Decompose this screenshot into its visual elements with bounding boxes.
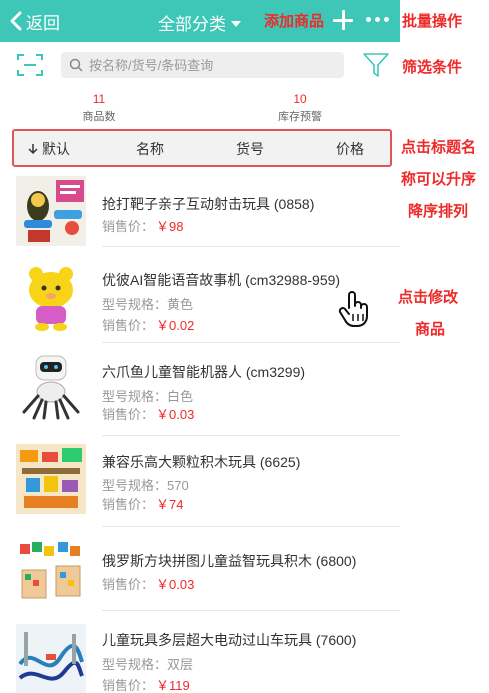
sort-default-label: 默认 — [42, 141, 70, 157]
price-label: 销售价： — [102, 407, 155, 422]
row-divider — [102, 246, 400, 247]
product-spec: 型号规格：双层 — [102, 654, 193, 673]
category-dropdown[interactable]: 全部分类 — [158, 10, 241, 35]
caret-down-icon — [231, 20, 241, 27]
price-label: 销售价： — [102, 219, 155, 234]
product-image — [16, 536, 86, 606]
product-count-value: 11 — [92, 92, 106, 106]
arrow-down-icon — [28, 144, 38, 155]
scan-icon[interactable] — [17, 53, 43, 77]
price-value: ￥0.03 — [156, 407, 195, 422]
product-row[interactable]: 儿童玩具多层超大电动过山车玩具 (7600) 型号规格：双层 销售价： ￥119 — [0, 624, 400, 693]
filter-icon[interactable] — [363, 52, 389, 78]
back-label: 返回 — [26, 13, 60, 33]
sort-price-label: 价格 — [336, 141, 364, 157]
product-price: 销售价： ￥0.03 — [102, 574, 194, 593]
product-name: 兼容乐高大颗粒积木玩具 (6625) — [102, 454, 301, 470]
spec-label: 型号规格： — [102, 657, 168, 672]
product-spec: 型号规格：570 — [102, 475, 189, 494]
sort-price[interactable]: 价格 — [336, 139, 364, 159]
product-name: 俄罗斯方块拼图儿童益智玩具积木 (6800) — [102, 553, 357, 569]
product-image — [16, 444, 86, 514]
price-value: ￥119 — [156, 678, 190, 693]
row-divider — [102, 610, 400, 611]
top-bar: 返回 全部分类 — [0, 0, 400, 42]
product-image — [16, 624, 86, 693]
product-row[interactable]: 抢打靶子亲子互动射击玩具 (0858) 销售价： ￥98 — [0, 176, 400, 248]
search-icon — [69, 58, 83, 72]
search-input[interactable] — [89, 57, 329, 73]
product-count-label: 商品数 — [82, 111, 116, 123]
price-value: ￥0.03 — [156, 577, 195, 592]
annotation-edit-1: 点击修改 — [398, 289, 459, 306]
row-divider — [102, 435, 400, 436]
price-value: ￥74 — [156, 497, 184, 512]
annotation-batch-ops: 批量操作 — [402, 13, 463, 30]
product-spec: 型号规格：白色 — [102, 386, 193, 405]
product-price: 销售价： ￥0.02 — [102, 315, 194, 334]
product-image — [16, 176, 86, 246]
annotation-filter: 筛选条件 — [402, 59, 463, 76]
price-label: 销售价： — [102, 497, 155, 512]
sort-bar: 默认 名称 货号 价格 — [12, 129, 392, 167]
product-price: 销售价： ￥98 — [102, 216, 183, 235]
product-spec: 型号规格：黄色 — [102, 294, 193, 313]
add-product-button[interactable] — [330, 7, 356, 33]
price-label: 销售价： — [102, 678, 155, 693]
annotation-sort-3: 降序排列 — [408, 203, 469, 220]
category-label: 全部分类 — [158, 15, 226, 34]
more-dot-icon — [384, 17, 389, 22]
product-price: 销售价： ￥74 — [102, 494, 183, 513]
product-name: 优彼AI智能语音故事机 (cm32988-959) — [102, 272, 341, 288]
spec-label: 型号规格： — [102, 389, 168, 404]
chevron-left-icon — [10, 11, 22, 31]
product-row[interactable]: 兼容乐高大颗粒积木玩具 (6625) 型号规格：570 销售价： ￥74 — [0, 444, 400, 527]
spec-label: 型号规格： — [102, 297, 168, 312]
price-value: ￥0.02 — [156, 318, 195, 333]
price-label: 销售价： — [102, 577, 155, 592]
row-divider — [102, 526, 400, 527]
product-name: 儿童玩具多层超大电动过山车玩具 (7600) — [102, 632, 357, 648]
sort-code-label: 货号 — [236, 141, 264, 157]
sort-name-label: 名称 — [136, 141, 164, 157]
more-dot-icon — [366, 17, 371, 22]
spec-value: 黄色 — [167, 297, 194, 312]
stock-warning-label: 库存预警 — [278, 111, 322, 123]
product-price: 销售价： ￥119 — [102, 675, 190, 693]
more-menu-button[interactable] — [366, 17, 389, 22]
price-label: 销售价： — [102, 318, 155, 333]
product-price: 销售价： ￥0.03 — [102, 404, 194, 423]
stat-product-count[interactable]: 11 商品数 — [59, 92, 139, 124]
spec-label: 型号规格： — [102, 478, 168, 493]
product-row[interactable]: 六爪鱼儿童智能机器人 (cm3299) 型号规格：白色 销售价： ￥0.03 — [0, 352, 400, 436]
spec-value: 570 — [167, 478, 189, 493]
product-name: 抢打靶子亲子互动射击玩具 (0858) — [102, 196, 315, 212]
search-bar[interactable] — [61, 52, 344, 78]
hand-pointer-icon — [338, 291, 368, 327]
annotation-edit-2: 商品 — [415, 321, 446, 338]
spec-value: 白色 — [167, 389, 194, 404]
product-row[interactable]: 俄罗斯方块拼图儿童益智玩具积木 (6800) 销售价： ￥0.03 — [0, 536, 400, 611]
annotation-sort-2: 称可以升序 — [401, 171, 477, 188]
sort-default[interactable]: 默认 — [28, 139, 70, 159]
price-value: ￥98 — [156, 219, 184, 234]
product-image — [16, 264, 86, 334]
sort-code[interactable]: 货号 — [236, 139, 264, 159]
stock-warning-value: 10 — [293, 92, 307, 106]
stat-stock-warning[interactable]: 10 库存预警 — [260, 92, 340, 124]
spec-value: 双层 — [167, 657, 194, 672]
more-dot-icon — [375, 17, 380, 22]
product-image — [16, 352, 86, 422]
annotation-add-product: 添加商品 — [264, 13, 325, 30]
row-divider — [102, 342, 400, 343]
product-name: 六爪鱼儿童智能机器人 (cm3299) — [102, 364, 306, 380]
sort-name[interactable]: 名称 — [136, 139, 164, 159]
back-button[interactable]: 返回 — [10, 8, 60, 34]
annotation-sort-1: 点击标题名 — [401, 139, 477, 156]
